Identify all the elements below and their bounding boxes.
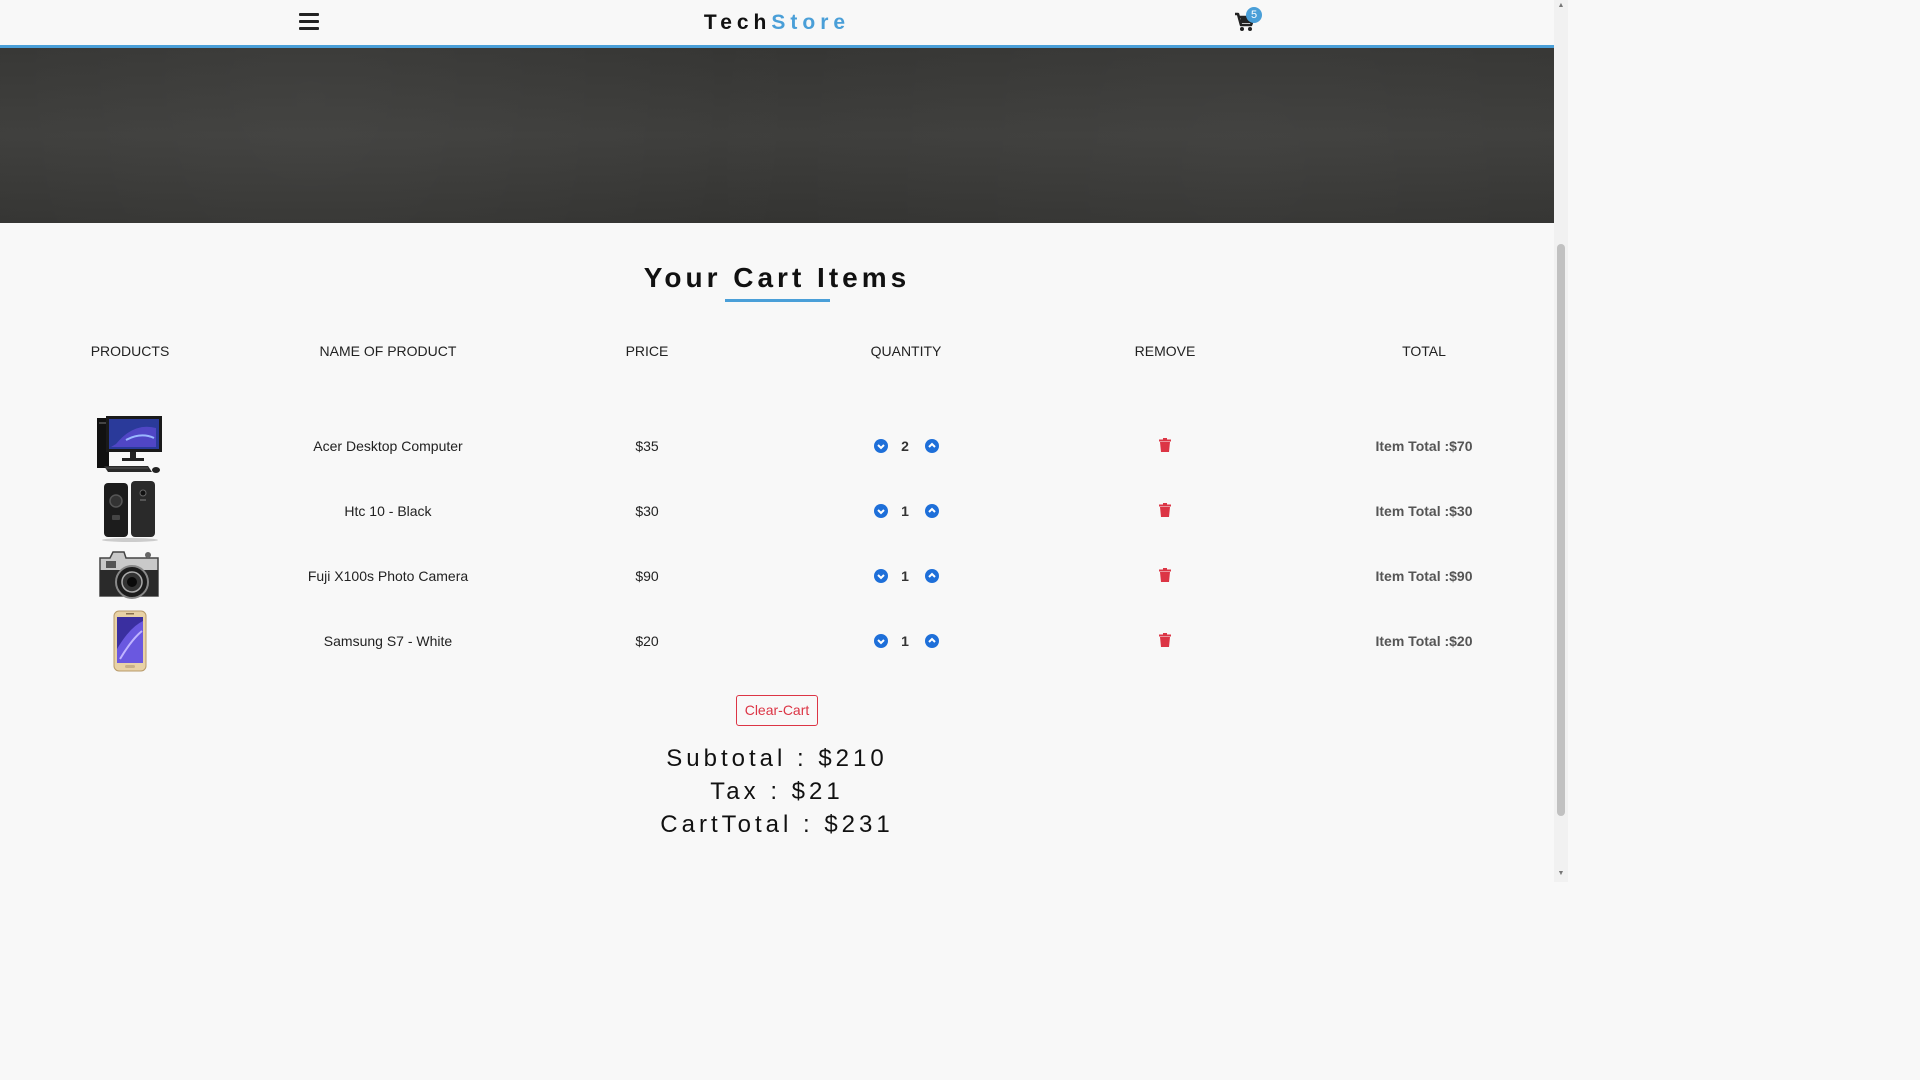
page-title: Your Cart Items [643,262,911,293]
scrollbar-thumb[interactable] [1557,244,1565,816]
quantity-stepper: 1 [874,633,940,651]
product-price: $35 [635,438,659,454]
item-total: Item Total :$90 [1375,568,1473,584]
quantity-stepper: 1 [874,568,940,586]
page: TechStore 5 Your Cart Items PRODUCTS NAM… [0,0,1568,882]
header-products: PRODUCTS [90,343,170,359]
trash-icon[interactable] [1159,503,1171,517]
item-total: Item Total :$30 [1375,503,1473,519]
quantity-value: 1 [901,633,909,649]
scroll-up-icon[interactable]: ▲ [1557,2,1565,10]
quantity-value: 2 [901,438,909,454]
vertical-scrollbar[interactable]: ▲ ▼ [1554,0,1568,882]
chevron-down-circle-icon[interactable] [874,439,888,453]
brand-part-tech: Tech [703,11,772,34]
brand-logo[interactable]: TechStore [0,11,1554,35]
quantity-value: 1 [901,503,909,519]
chevron-up-circle-icon[interactable] [925,634,939,648]
item-total: Item Total :$20 [1375,633,1473,649]
product-image-smartphone-black [96,479,164,543]
table-row: Acer Desktop Computer $35 2 Item Total :… [0,414,1554,479]
product-price: $30 [635,503,659,519]
quantity-value: 1 [901,568,909,584]
chevron-up-circle-icon[interactable] [925,439,939,453]
cart-total: CartTotal : $231 [660,811,894,838]
product-image-desktop-computer [96,414,164,478]
product-name: Htc 10 - Black [344,503,432,519]
header-quantity: QUANTITY [870,343,942,359]
item-total: Item Total :$70 [1375,438,1473,454]
product-name: Fuji X100s Photo Camera [307,568,469,584]
scroll-down-icon[interactable]: ▼ [1557,870,1565,878]
header-price: PRICE [625,343,669,359]
table-row: Samsung S7 - White $20 1 Item Total :$20 [0,609,1554,674]
product-image-photo-camera [96,544,164,608]
product-price: $20 [635,633,659,649]
clear-cart-button[interactable]: Clear-Cart [736,695,818,726]
subtotal: Subtotal : $210 [666,745,888,772]
header-total: TOTAL [1402,343,1446,359]
quantity-stepper: 2 [874,438,940,456]
chevron-up-circle-icon[interactable] [925,569,939,583]
header-remove: REMOVE [1134,343,1196,359]
chevron-down-circle-icon[interactable] [874,634,888,648]
trash-icon[interactable] [1159,633,1171,647]
product-price: $90 [635,568,659,584]
cart-count-badge: 5 [1246,7,1262,23]
table-row: Fuji X100s Photo Camera $90 1 Item Total… [0,544,1554,609]
header-name: NAME OF PRODUCT [319,343,457,359]
title-underline [725,299,830,302]
product-name: Samsung S7 - White [323,633,453,649]
trash-icon[interactable] [1159,568,1171,582]
chevron-down-circle-icon[interactable] [874,569,888,583]
trash-icon[interactable] [1159,438,1171,452]
hero-banner [0,48,1554,223]
tax: Tax : $21 [710,778,844,805]
product-image-smartphone-white [96,609,164,673]
navbar: TechStore 5 [0,0,1554,48]
product-name: Acer Desktop Computer [313,438,463,454]
brand-part-store: Store [771,11,851,34]
table-row: Htc 10 - Black $30 1 Item Total :$30 [0,479,1554,544]
quantity-stepper: 1 [874,503,940,521]
chevron-down-circle-icon[interactable] [874,504,888,518]
chevron-up-circle-icon[interactable] [925,504,939,518]
